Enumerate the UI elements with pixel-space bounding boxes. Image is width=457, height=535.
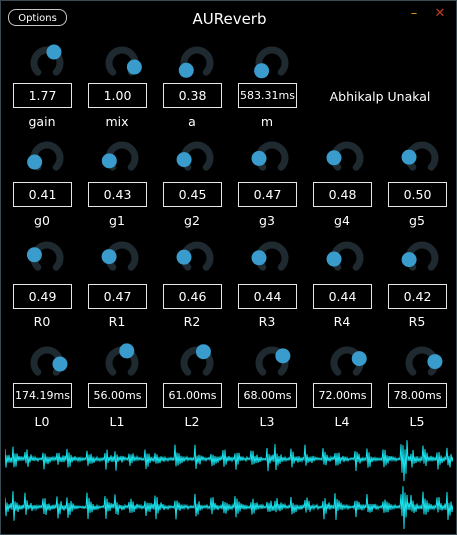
knob-l2[interactable] [175,341,219,385]
knob-r1[interactable] [100,236,144,280]
knob-thumb[interactable] [46,44,62,60]
param-label-l0: L0 [34,414,50,429]
param-label-l4: L4 [334,414,350,429]
knob-thumb[interactable] [427,354,443,370]
close-icon[interactable]: ✕ [434,7,446,21]
window-title: AUReverb [192,10,267,28]
waveform-display [5,440,453,530]
value-field-r0[interactable]: 0.49 [13,284,72,309]
value-field-g2[interactable]: 0.45 [163,182,222,207]
param-label-l5: L5 [409,414,425,429]
param-label-r1: R1 [108,314,126,329]
knob-mix[interactable] [100,41,144,85]
knob-a[interactable] [175,41,219,85]
param-label-mix: mix [105,114,129,129]
knob-thumb[interactable] [195,344,211,360]
knob-thumb[interactable] [27,154,43,170]
knob-g5[interactable] [400,136,444,180]
minimize-icon[interactable]: – [409,7,419,21]
param-label-g5: g5 [409,213,425,228]
knob-thumb[interactable] [251,150,267,166]
param-label-gain: gain [28,114,56,129]
value-field-mix[interactable]: 1.00 [88,83,147,108]
knob-thumb[interactable] [326,150,342,166]
knob-thumb[interactable] [119,343,135,359]
param-label-g1: g1 [109,213,125,228]
param-label-g3: g3 [259,213,275,228]
knob-l1[interactable] [100,341,144,385]
param-label-r0: R0 [33,314,51,329]
param-label-r4: R4 [333,314,351,329]
knob-thumb[interactable] [176,152,192,168]
knob-g0[interactable] [25,136,69,180]
knob-g1[interactable] [100,136,144,180]
value-field-l5[interactable]: 78.00ms [388,383,447,408]
knob-g4[interactable] [325,136,369,180]
knob-thumb[interactable] [254,63,270,79]
value-field-l0[interactable]: 174.19ms [13,383,72,408]
knob-g2[interactable] [175,136,219,180]
param-label-l3: L3 [259,414,275,429]
knob-thumb[interactable] [251,250,267,266]
knob-r5[interactable] [400,236,444,280]
value-field-a[interactable]: 0.38 [163,83,222,108]
value-field-m[interactable]: 583.31ms [238,83,297,108]
plugin-window: Options AUReverb – ✕ Abhikalp Unakal 1.7… [0,0,457,535]
knob-thumb[interactable] [401,149,417,165]
value-field-r5[interactable]: 0.42 [388,284,447,309]
waveform-channel-right [5,486,453,530]
value-field-r4[interactable]: 0.44 [313,284,372,309]
value-field-g5[interactable]: 0.50 [388,182,447,207]
knob-l0[interactable] [25,341,69,385]
knob-r3[interactable] [250,236,294,280]
waveform-channel-left [5,440,453,482]
value-field-l2[interactable]: 61.00ms [163,383,222,408]
value-field-g4[interactable]: 0.48 [313,182,372,207]
knob-r0[interactable] [25,236,69,280]
knob-l3[interactable] [250,341,294,385]
knob-r2[interactable] [175,236,219,280]
knob-thumb[interactable] [126,59,142,75]
param-label-l1: L1 [109,414,125,429]
value-field-r3[interactable]: 0.44 [238,284,297,309]
value-field-l4[interactable]: 72.00ms [313,383,372,408]
param-label-r5: R5 [408,314,426,329]
param-label-l2: L2 [184,414,200,429]
knob-thumb[interactable] [326,251,342,267]
knob-g3[interactable] [250,136,294,180]
value-field-r1[interactable]: 0.47 [88,284,147,309]
knob-l5[interactable] [400,341,444,385]
knob-thumb[interactable] [351,351,367,367]
knob-m[interactable] [250,41,294,85]
param-label-g0: g0 [34,213,50,228]
value-field-r2[interactable]: 0.46 [163,284,222,309]
knob-r4[interactable] [325,236,369,280]
knob-l4[interactable] [325,341,369,385]
param-label-g2: g2 [184,213,200,228]
knob-thumb[interactable] [52,356,68,372]
knob-thumb[interactable] [101,249,117,265]
knob-thumb[interactable] [26,247,42,263]
knob-thumb[interactable] [176,249,192,265]
knob-gain[interactable] [25,41,69,85]
param-label-m: m [260,114,274,129]
author-label: Abhikalp Unakal [329,89,431,104]
knob-thumb[interactable] [178,62,194,78]
value-field-g0[interactable]: 0.41 [13,182,72,207]
value-field-gain[interactable]: 1.77 [13,83,72,108]
value-field-g1[interactable]: 0.43 [88,182,147,207]
value-field-l3[interactable]: 68.00ms [238,383,297,408]
param-label-r3: R3 [258,314,276,329]
knob-thumb[interactable] [275,348,291,364]
value-field-g3[interactable]: 0.47 [238,182,297,207]
value-field-l1[interactable]: 56.00ms [88,383,147,408]
title-bar: Options AUReverb – ✕ [1,1,457,35]
param-label-g4: g4 [334,213,350,228]
knob-thumb[interactable] [101,153,117,169]
param-label-r2: R2 [183,314,201,329]
knob-thumb[interactable] [401,252,417,268]
param-label-a: a [188,114,196,129]
